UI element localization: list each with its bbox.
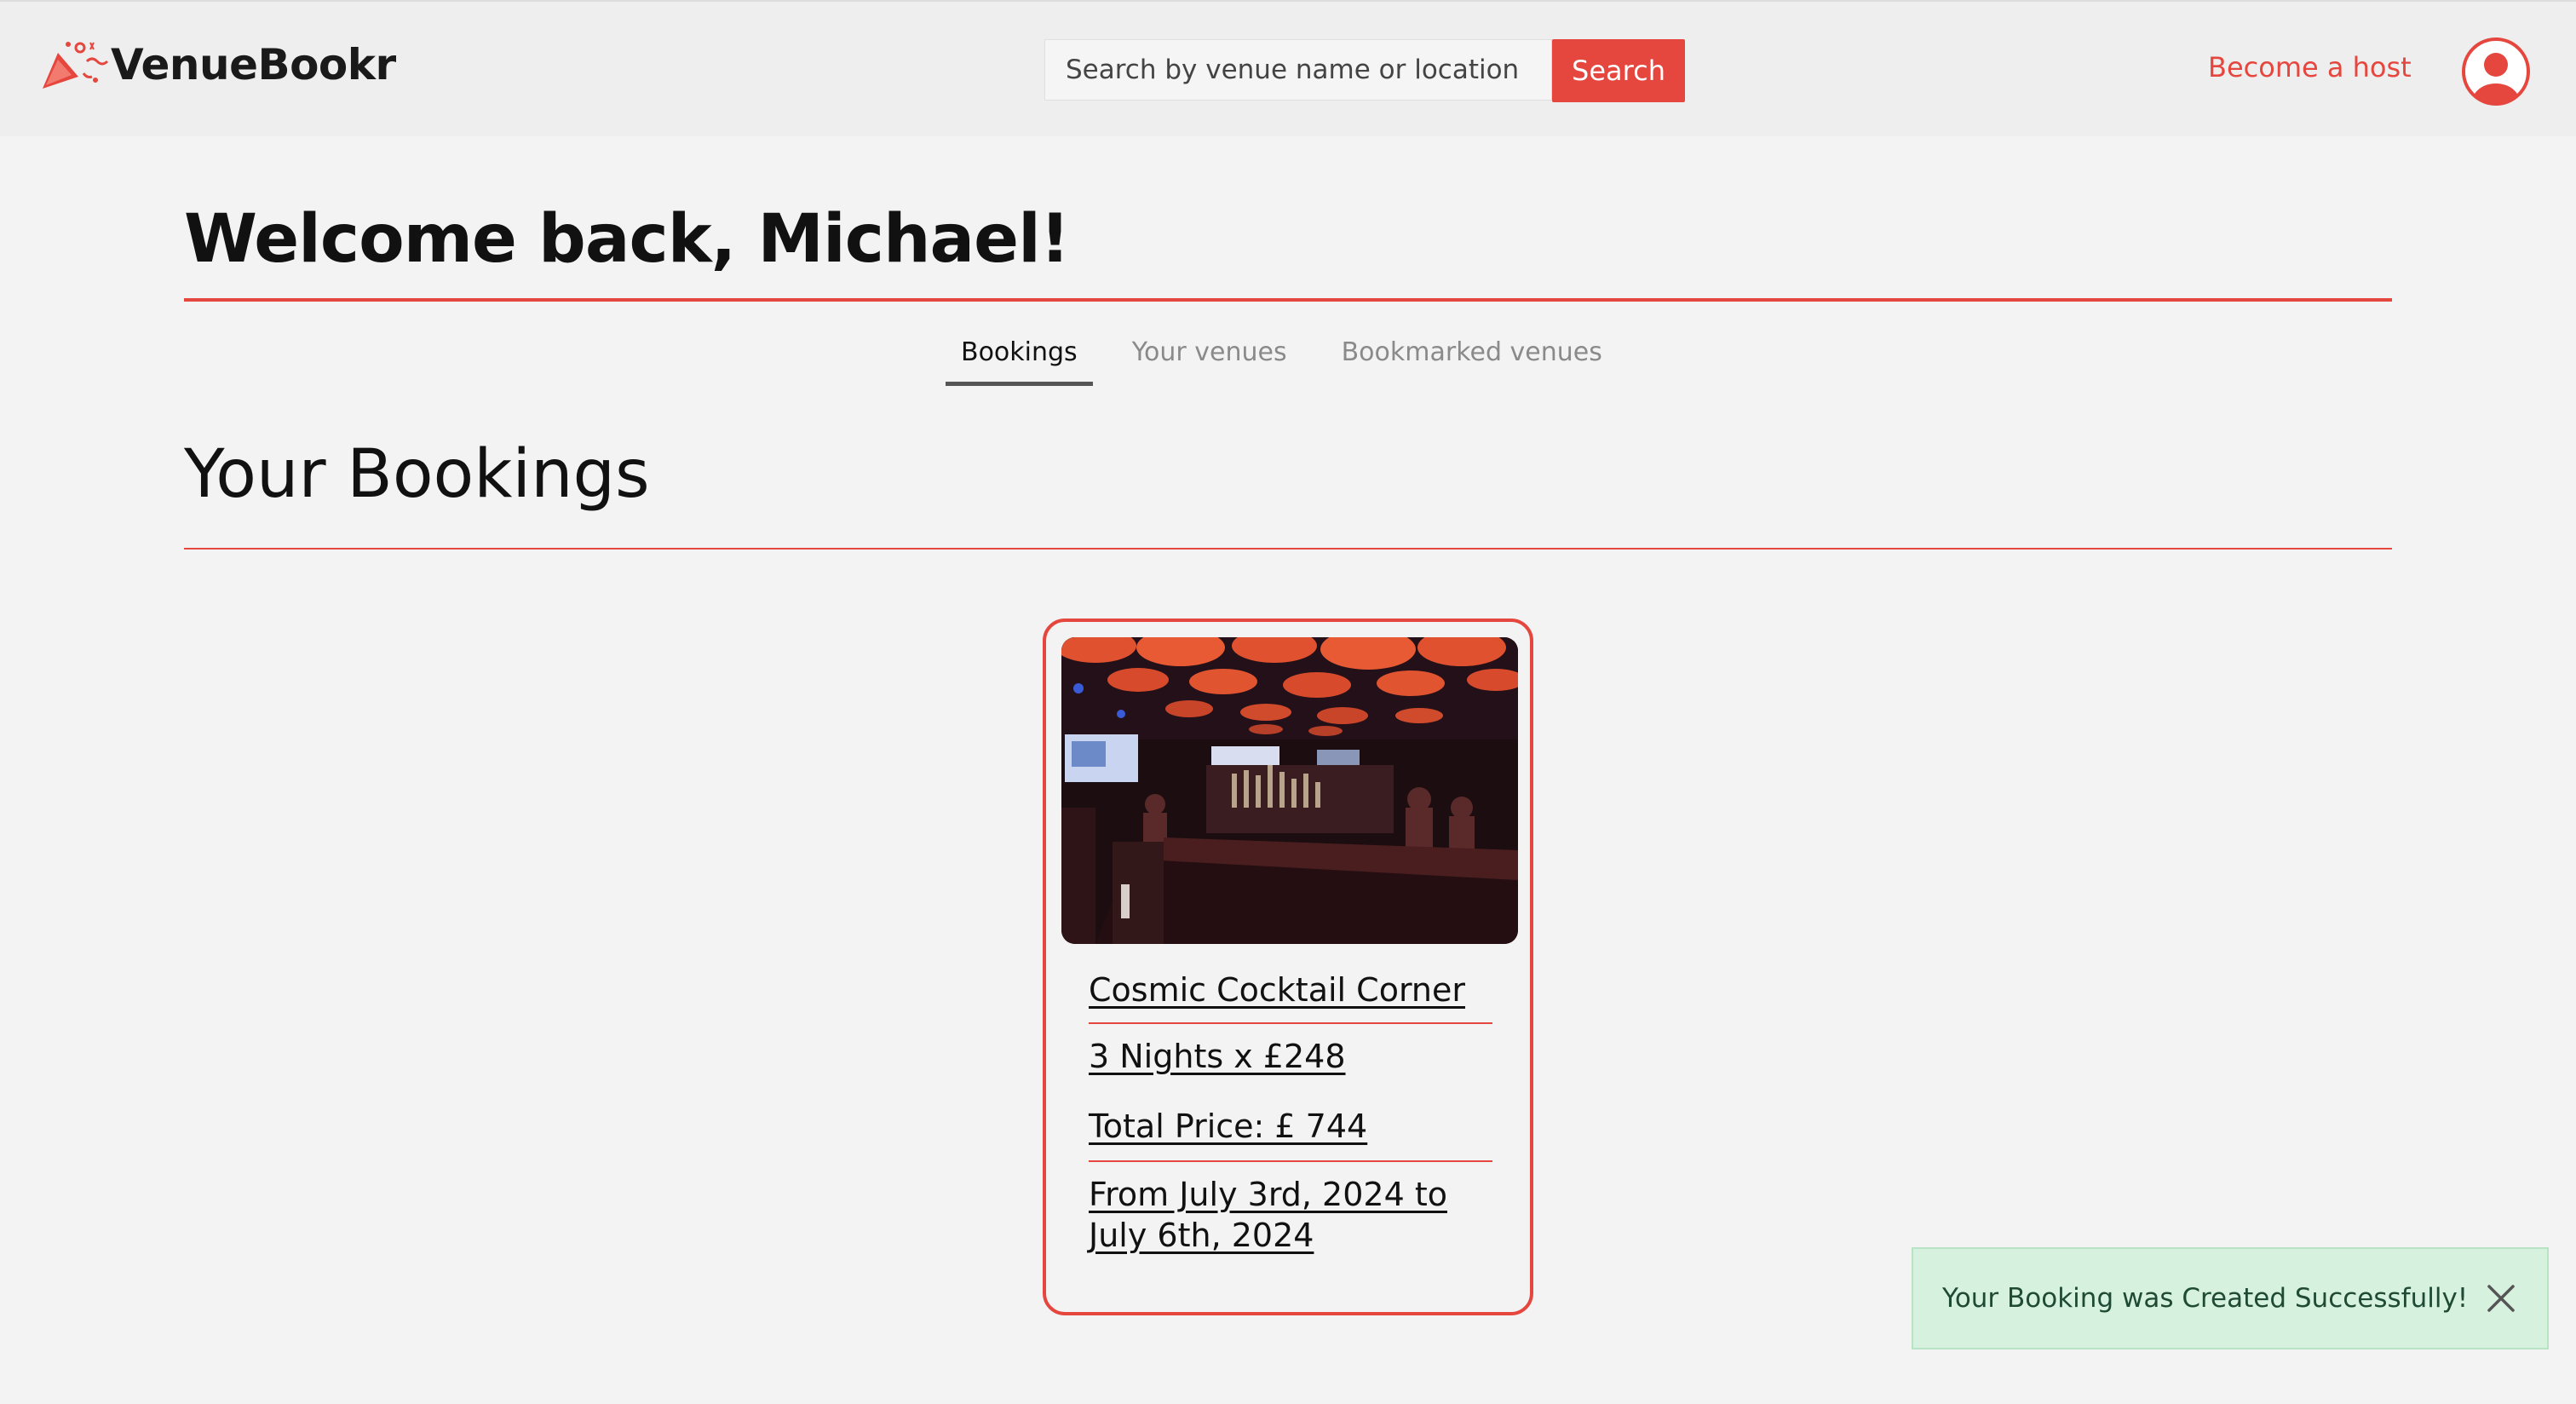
divider — [184, 298, 2392, 302]
section-title: Your Bookings — [184, 436, 650, 513]
tab-bookings[interactable]: Bookings — [946, 331, 1093, 386]
close-icon[interactable] — [2482, 1280, 2520, 1317]
user-circle-icon — [2462, 37, 2530, 106]
top-navbar: VenueBookr Search Become a host — [0, 0, 2576, 136]
venue-image[interactable] — [1061, 637, 1518, 944]
venue-name-link[interactable]: Cosmic Cocktail Corner — [1089, 970, 1492, 1022]
divider — [184, 548, 2392, 550]
tab-your-venues[interactable]: Your venues — [1117, 331, 1302, 386]
search-input[interactable] — [1044, 39, 1552, 101]
search-bar: Search — [1044, 39, 1685, 102]
avatar[interactable] — [2460, 36, 2532, 107]
tab-bookmarked-venues[interactable]: Bookmarked venues — [1326, 331, 1618, 386]
booking-card[interactable]: Cosmic Cocktail Corner 3 Nights x £248 T… — [1043, 619, 1533, 1315]
become-host-link[interactable]: Become a host — [2208, 51, 2412, 83]
logo-text: VenueBookr — [111, 40, 396, 89]
page-title: Welcome back, Michael! — [184, 201, 1070, 278]
success-toast: Your Booking was Created Successfully! — [1912, 1247, 2549, 1349]
total-price[interactable]: Total Price: £ 744 — [1089, 1077, 1492, 1160]
booking-dates-start[interactable]: From July 3rd, 2024 to — [1089, 1162, 1492, 1215]
dashboard-tabs: Bookings Your venues Bookmarked venues — [946, 331, 1642, 386]
nights-price[interactable]: 3 Nights x £248 — [1089, 1024, 1492, 1077]
booking-details: Cosmic Cocktail Corner 3 Nights x £248 T… — [1089, 970, 1492, 1256]
booking-dates-end[interactable]: July 6th, 2024 — [1089, 1215, 1492, 1256]
search-button[interactable]: Search — [1552, 39, 1685, 102]
toast-message: Your Booking was Created Successfully! — [1942, 1283, 2469, 1314]
party-popper-icon — [43, 42, 109, 89]
logo[interactable]: VenueBookr — [39, 36, 396, 94]
